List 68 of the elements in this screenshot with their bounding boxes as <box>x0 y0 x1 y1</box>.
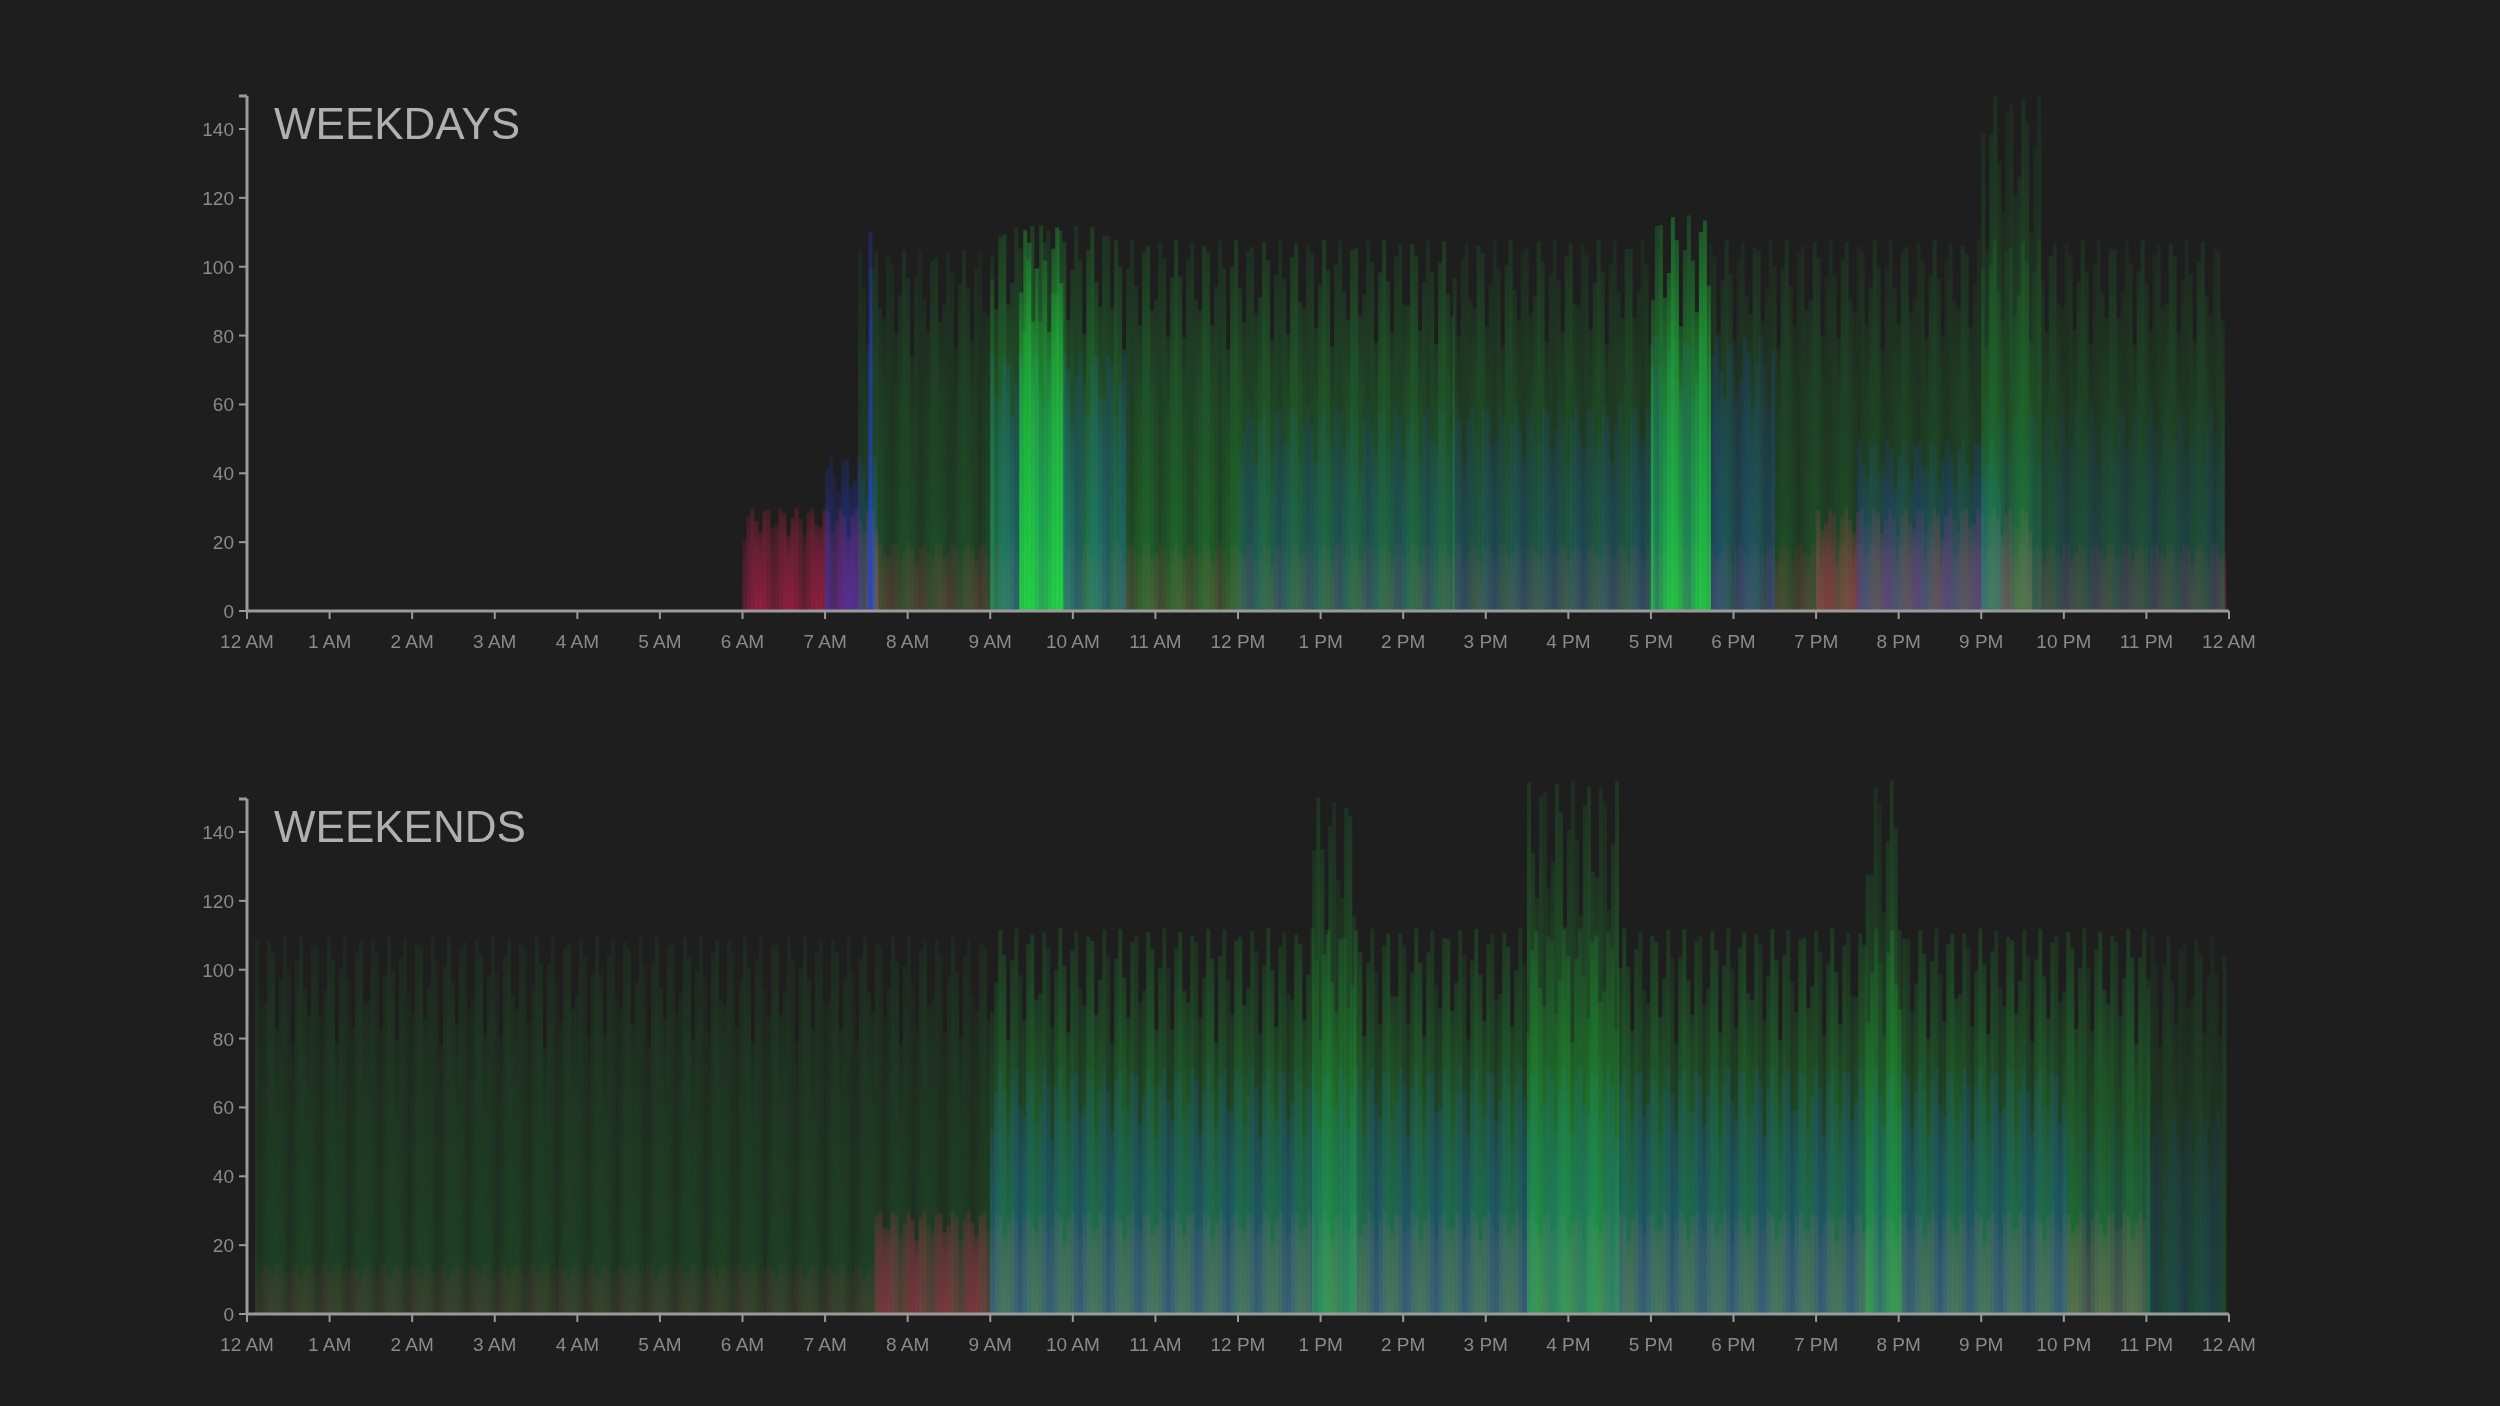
x-axis-label: 12 AM <box>220 1334 274 1355</box>
x-axis-label: 7 AM <box>803 1334 847 1355</box>
y-axis-label: 80 <box>212 1028 234 1050</box>
y-axis-label: 140 <box>202 822 234 843</box>
x-axis-label: 11 AM <box>1129 631 1182 652</box>
x-axis-label: 10 AM <box>1045 631 1100 652</box>
x-axis-label: 8 PM <box>1876 1334 1921 1355</box>
x-axis-label: 12 PM <box>1210 1334 1266 1355</box>
x-axis-label: 6 AM <box>720 631 765 652</box>
x-axis-label: 1 AM <box>307 631 352 652</box>
x-axis-label: 2 PM <box>1381 631 1426 652</box>
x-axis-label: 12 AM <box>2202 1334 2256 1355</box>
y-axis-label: 120 <box>202 890 234 912</box>
x-axis-label: 10 PM <box>2036 631 2092 652</box>
x-axis-label: 1 PM <box>1298 631 1343 652</box>
x-axis-label: 6 AM <box>720 1334 765 1355</box>
chart-title: WEEKENDS <box>274 802 526 851</box>
x-axis-label: 1 AM <box>307 1334 352 1355</box>
y-axis-label: 100 <box>202 256 234 278</box>
x-axis-label: 12 PM <box>1210 631 1266 652</box>
x-axis-label: 4 PM <box>1546 1334 1591 1355</box>
x-axis-label: 12 AM <box>220 631 274 652</box>
y-axis-label: 60 <box>212 1097 234 1119</box>
x-axis-label: 6 PM <box>1711 1334 1756 1355</box>
x-axis-label: 7 AM <box>803 631 847 652</box>
y-axis-label: 20 <box>212 1235 234 1257</box>
x-axis-label: 10 AM <box>1045 1334 1100 1355</box>
x-axis-label: 5 PM <box>1628 1334 1674 1355</box>
x-axis-label: 3 PM <box>1463 631 1508 652</box>
y-axis-label: 60 <box>212 394 234 416</box>
y-axis-label: 20 <box>212 532 234 554</box>
x-axis-label: 5 AM <box>638 1334 682 1355</box>
x-axis-label: 12 AM <box>2202 631 2256 652</box>
x-axis-label: 3 PM <box>1463 1334 1508 1355</box>
y-axis-label: 0 <box>223 601 234 622</box>
x-axis-label: 3 AM <box>473 631 517 652</box>
x-axis-label: 2 PM <box>1381 1334 1426 1355</box>
y-axis-label: 0 <box>223 1304 234 1325</box>
x-axis-label: 11 PM <box>2119 1334 2174 1355</box>
x-axis-label: 11 AM <box>1129 1334 1182 1355</box>
x-axis-label: 9 AM <box>968 631 1012 652</box>
y-axis-label: 100 <box>202 959 234 981</box>
x-axis-label: 5 PM <box>1628 631 1674 652</box>
x-axis-label: 2 AM <box>390 1334 434 1355</box>
x-axis-label: 8 AM <box>886 1334 930 1355</box>
x-axis-label: 8 AM <box>886 631 930 652</box>
x-axis-label: 9 AM <box>968 1334 1012 1355</box>
x-axis-label: 10 PM <box>2036 1334 2092 1355</box>
x-axis-label: 11 PM <box>2119 631 2174 652</box>
x-axis-label: 5 AM <box>638 631 682 652</box>
y-axis-label: 40 <box>212 463 234 485</box>
x-axis-label: 4 AM <box>555 631 599 652</box>
x-axis-label: 6 PM <box>1711 631 1756 652</box>
x-axis-label: 4 PM <box>1546 631 1591 652</box>
x-axis-label: 1 PM <box>1298 1334 1343 1355</box>
y-axis-label: 120 <box>202 187 234 209</box>
y-axis-label: 80 <box>212 325 234 347</box>
x-axis-label: 7 PM <box>1793 631 1839 652</box>
x-axis-label: 4 AM <box>555 1334 599 1355</box>
x-axis-label: 9 PM <box>1959 1334 2004 1355</box>
y-axis-label: 140 <box>202 119 234 140</box>
y-axis-label: 40 <box>212 1166 234 1188</box>
x-axis-label: 2 AM <box>390 631 434 652</box>
x-axis-label: 3 AM <box>473 1334 517 1355</box>
x-axis-label: 8 PM <box>1876 631 1921 652</box>
x-axis-label: 7 PM <box>1793 1334 1839 1355</box>
chart-title: WEEKDAYS <box>274 99 521 148</box>
x-axis-label: 9 PM <box>1959 631 2004 652</box>
